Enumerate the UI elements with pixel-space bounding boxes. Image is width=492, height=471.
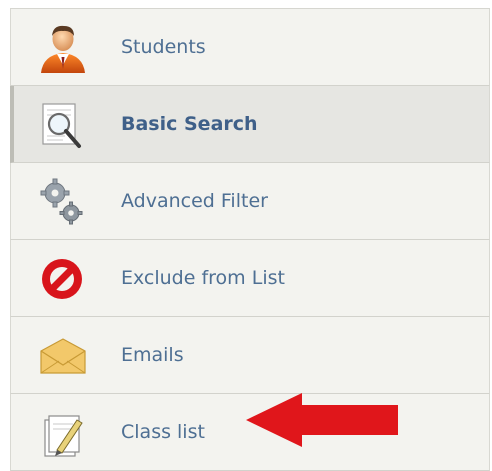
annotation-arrow-icon (246, 393, 398, 447)
menu-item-label: Exclude from List (121, 267, 285, 289)
menu-item-basic-search[interactable]: Basic Search (10, 86, 490, 163)
menu-item-label: Advanced Filter (121, 190, 268, 212)
menu-item-label: Basic Search (121, 113, 258, 135)
magnifier-document-icon (42, 103, 81, 148)
envelope-icon (40, 338, 86, 374)
no-entry-icon (42, 259, 82, 299)
menu-item-label: Class list (121, 421, 205, 443)
menu-item-students[interactable]: Students (10, 9, 490, 86)
student-person-icon (41, 25, 85, 73)
menu-item-advanced-filter[interactable]: Advanced Filter (10, 163, 490, 240)
menu-item-label: Students (121, 36, 206, 58)
pencil-paper-icon (44, 415, 83, 457)
menu-item-label: Emails (121, 344, 184, 366)
gears-icon (40, 178, 83, 225)
menu-item-emails[interactable]: Emails (10, 317, 490, 394)
menu-item-exclude-from-list[interactable]: Exclude from List (10, 240, 490, 317)
